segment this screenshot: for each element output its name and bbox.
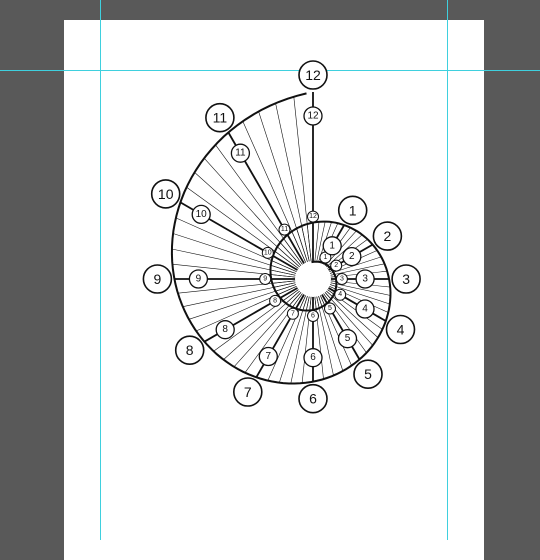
spoke-line (215, 144, 314, 280)
step-label-text: 9 (263, 276, 267, 283)
step-label-inner-3: 3 (335, 273, 348, 285)
step-labels: 1234567891011121234567891011121234567891… (142, 60, 421, 414)
step-label-text: 12 (307, 111, 319, 122)
step-label-middle-7: 7 (258, 346, 278, 367)
step-division-line (203, 297, 281, 343)
step-label-text: 3 (340, 276, 344, 283)
spoke-line (194, 172, 314, 280)
step-label-text: 9 (196, 274, 202, 285)
step-label-text: 10 (158, 186, 174, 202)
step-label-middle-4: 4 (355, 299, 375, 319)
step-label-text: 10 (196, 209, 208, 220)
step-label-text: 8 (222, 324, 228, 335)
step-label-outer-10: 10 (150, 179, 181, 209)
step-label-outer-11: 11 (205, 102, 235, 133)
step-label-middle-9: 9 (188, 269, 209, 289)
step-label-text: 6 (310, 352, 316, 363)
step-label-text: 5 (345, 333, 351, 344)
spoke-line (195, 278, 314, 332)
step-label-inner-9: 9 (259, 273, 272, 285)
step-label-text: 7 (291, 310, 295, 317)
step-label-outer-9: 9 (142, 264, 173, 294)
step-label-outer-12: 12 (298, 60, 328, 90)
spoke-line (203, 157, 314, 280)
step-label-outer-2: 2 (372, 221, 403, 251)
step-label-inner-8: 8 (269, 294, 282, 307)
step-label-text: 2 (334, 262, 338, 269)
step-label-text: 7 (244, 384, 252, 400)
step-label-inner-5: 5 (324, 302, 336, 315)
step-label-outer-7: 7 (233, 377, 263, 407)
step-label-middle-3: 3 (355, 269, 375, 289)
step-label-text: 8 (273, 297, 277, 304)
step-label-text: 11 (235, 148, 246, 159)
step-label-outer-5: 5 (353, 359, 383, 390)
step-label-inner-12: 12 (307, 210, 319, 223)
step-label-text: 5 (364, 366, 372, 382)
step-label-middle-2: 2 (342, 246, 362, 267)
step-label-inner-10: 10 (261, 246, 274, 259)
step-label-text: 3 (402, 271, 410, 287)
step-label-text: 1 (349, 202, 357, 218)
spoke-line (275, 103, 314, 280)
spoke-line (186, 186, 314, 280)
spoke-layer (171, 92, 391, 384)
step-label-text: 6 (309, 391, 317, 407)
step-label-inner-6: 6 (307, 310, 319, 322)
step-label-text: 12 (309, 213, 317, 220)
step-label-text: 4 (397, 322, 405, 338)
step-label-text: 9 (154, 271, 162, 287)
step-label-text: 11 (213, 110, 228, 126)
step-label-middle-5: 5 (337, 329, 358, 349)
step-label-text: 3 (362, 274, 368, 285)
step-label-inner-4: 4 (334, 288, 347, 301)
step-label-inner-2: 2 (330, 259, 343, 272)
step-label-text: 2 (349, 251, 355, 262)
step-label-outer-6: 6 (298, 383, 328, 414)
step-label-middle-10: 10 (191, 204, 211, 225)
step-label-text: 4 (362, 304, 368, 315)
step-label-text: 1 (323, 254, 327, 261)
step-label-outer-3: 3 (391, 264, 421, 294)
step-label-text: 4 (338, 291, 342, 298)
step-label-middle-11: 11 (230, 143, 251, 163)
step-label-outer-4: 4 (385, 314, 416, 345)
step-label-middle-8: 8 (215, 320, 235, 340)
step-label-outer-8: 8 (174, 335, 205, 366)
center-hole (295, 261, 331, 297)
step-label-text: 12 (305, 67, 321, 83)
step-label-text: 5 (328, 305, 332, 312)
step-label-middle-12: 12 (303, 106, 323, 126)
spiral-staircase-artwork[interactable]: 1234567891011121234567891011121234567891… (0, 0, 540, 540)
step-label-text: 7 (266, 351, 272, 362)
step-label-text: 8 (186, 342, 194, 358)
step-label-text: 11 (281, 226, 288, 233)
step-label-text: 1 (329, 240, 335, 251)
spoke-line (242, 121, 314, 280)
step-label-inner-11: 11 (278, 223, 291, 236)
step-label-middle-1: 1 (322, 236, 342, 256)
step-label-inner-7: 7 (286, 307, 299, 320)
step-label-text: 2 (384, 228, 392, 244)
step-label-middle-6: 6 (303, 348, 323, 368)
step-label-text: 10 (264, 249, 272, 256)
step-label-text: 6 (311, 313, 315, 320)
step-label-outer-1: 1 (337, 195, 368, 226)
